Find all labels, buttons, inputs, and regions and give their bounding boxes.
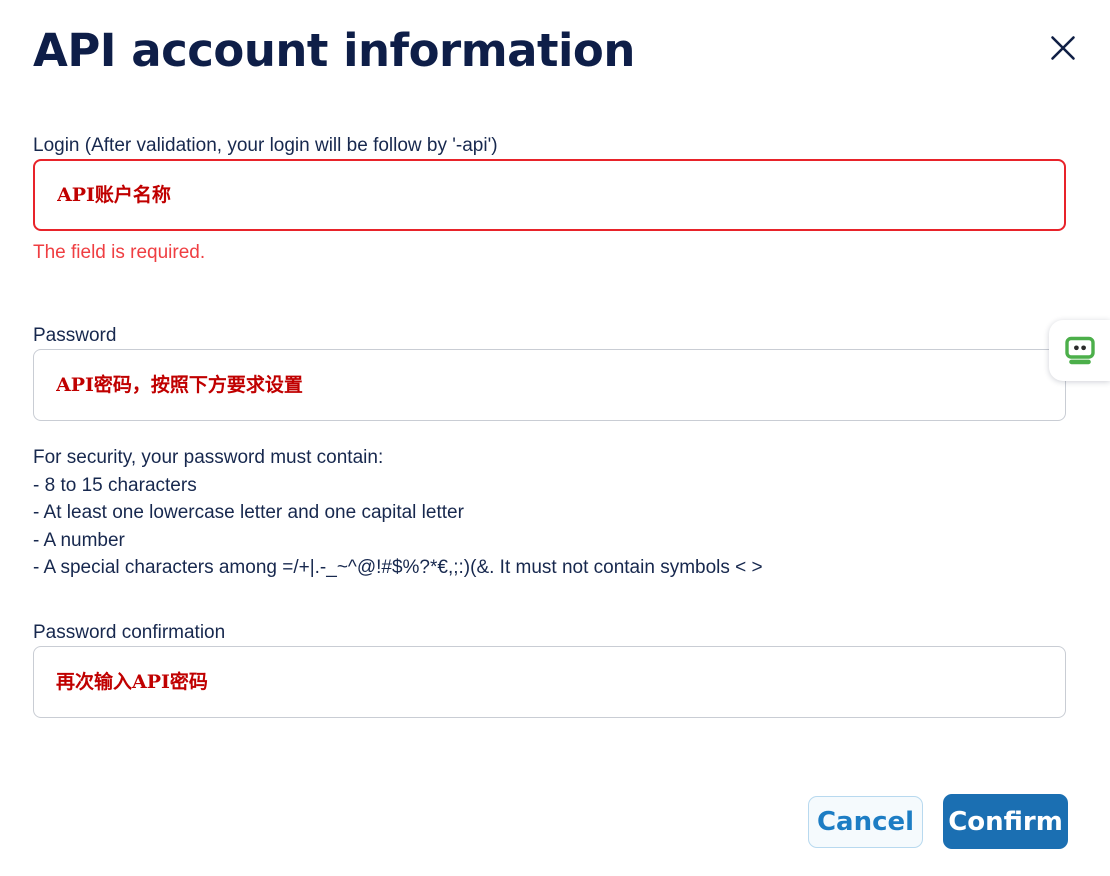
login-label: Login (After validation, your login will… xyxy=(33,135,498,156)
dialog-header: API account information xyxy=(33,20,1080,90)
password-requirements: For security, your password must contain… xyxy=(33,447,763,579)
password-input[interactable] xyxy=(33,349,1066,421)
dialog-footer: Cancel Confirm xyxy=(808,794,1068,849)
password-field-group: Password xyxy=(33,323,1066,421)
confirm-button[interactable]: Confirm xyxy=(943,794,1068,849)
roboform-autofill-badge[interactable] xyxy=(1049,320,1110,381)
password-confirmation-input[interactable] xyxy=(33,646,1066,718)
close-button[interactable] xyxy=(1043,28,1083,68)
login-error-message: The field is required. xyxy=(33,242,206,263)
password-label: Password xyxy=(33,325,117,346)
page-title: API account information xyxy=(33,24,635,77)
api-account-information-dialog: API account information Login (After val… xyxy=(0,0,1110,876)
cancel-button[interactable]: Cancel xyxy=(808,795,923,848)
login-input[interactable] xyxy=(33,159,1066,231)
password-confirmation-field-group: Password confirmation xyxy=(33,620,1066,718)
close-icon xyxy=(1049,34,1077,62)
password-confirmation-label: Password confirmation xyxy=(33,622,226,643)
robot-icon xyxy=(1063,334,1097,368)
login-field-group: Login (After validation, your login will… xyxy=(33,133,1066,266)
